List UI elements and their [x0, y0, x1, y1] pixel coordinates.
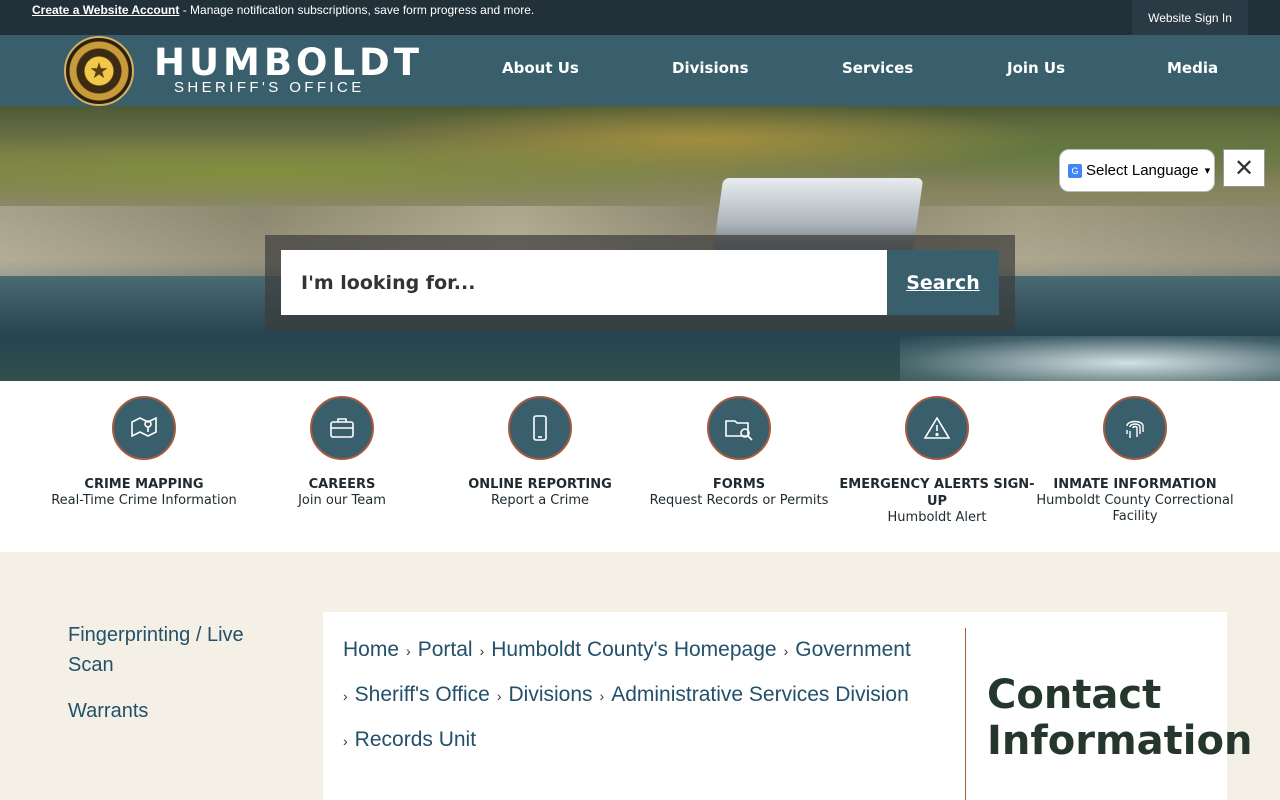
quick-link-subtitle: Real-Time Crime Information [51, 493, 237, 508]
content-divider [965, 628, 966, 800]
google-translate-icon: G [1068, 163, 1082, 178]
website-sign-in-button[interactable]: Website Sign In [1132, 0, 1248, 35]
nav-services[interactable]: Services [842, 59, 913, 77]
quick-link-subtitle: Humboldt County Correctional Facility [1036, 493, 1234, 524]
quick-link-title: CRIME MAPPING [84, 477, 204, 492]
sidebar-item-warrants[interactable]: Warrants [68, 696, 148, 726]
account-message: Create a Website Account - Manage notifi… [32, 3, 534, 17]
top-bar: Create a Website Account - Manage notifi… [0, 0, 1280, 35]
quick-link-title: ONLINE REPORTING [468, 477, 612, 492]
quick-link-title: CAREERS [308, 477, 376, 492]
quick-link-crime-mapping[interactable]: CRIME MAPPING Real-Time Crime Informatio… [45, 381, 243, 509]
language-select-label: Select Language [1086, 162, 1199, 179]
sidebar-item-fingerprinting[interactable]: Fingerprinting / Live Scan [68, 620, 268, 680]
sheriff-seal-logo[interactable]: ★ [64, 36, 134, 106]
breadcrumb-separator: › [479, 643, 485, 659]
quick-link-forms[interactable]: FORMS Request Records or Permits [640, 381, 838, 509]
phone-icon [508, 396, 572, 460]
quick-link-online-reporting[interactable]: ONLINE REPORTING Report a Crime [441, 381, 639, 509]
chevron-down-icon: ▾ [1204, 165, 1211, 177]
quick-links: CRIME MAPPING Real-Time Crime Informatio… [0, 381, 1280, 552]
breadcrumb-separator: › [343, 688, 348, 704]
breadcrumb-home[interactable]: Home [343, 638, 399, 661]
fingerprint-icon [1103, 396, 1167, 460]
breadcrumb-admin-services[interactable]: Administrative Services Division [611, 683, 909, 706]
breadcrumb-government[interactable]: Government [795, 638, 911, 661]
nav-media[interactable]: Media [1167, 59, 1218, 77]
quick-link-subtitle: Humboldt Alert [887, 510, 987, 525]
breadcrumb-divisions[interactable]: Divisions [508, 683, 592, 706]
nav-divisions[interactable]: Divisions [672, 59, 749, 77]
star-icon: ★ [89, 58, 109, 83]
quick-link-emergency-alerts[interactable]: EMERGENCY ALERTS SIGN-UP Humboldt Alert [838, 381, 1036, 526]
language-select[interactable]: G Select Language ▾ [1059, 149, 1215, 192]
breadcrumb: Home › Portal › Humboldt County's Homepage › G… [343, 628, 943, 763]
warning-icon [905, 396, 969, 460]
breadcrumb-separator: › [343, 733, 348, 749]
create-account-link[interactable]: Create a Website Account [32, 3, 179, 17]
quick-link-subtitle: Request Records or Permits [649, 493, 829, 508]
breadcrumb-separator: › [496, 688, 502, 704]
search-button[interactable]: Search [887, 250, 999, 315]
folder-search-icon [707, 396, 771, 460]
nav-join-us[interactable]: Join Us [1007, 59, 1065, 77]
breadcrumb-county-homepage[interactable]: Humboldt County's Homepage [491, 638, 776, 661]
breadcrumb-separator: › [783, 643, 789, 659]
briefcase-icon [310, 396, 374, 460]
account-message-text: - Manage notification subscriptions, sav… [179, 3, 535, 17]
breadcrumb-current: Records Unit [354, 728, 477, 751]
hero-spray [900, 336, 1280, 381]
brand-name[interactable]: HUMBOLDT [154, 41, 423, 84]
nav-about-us[interactable]: About Us [502, 59, 579, 77]
quick-link-title: EMERGENCY ALERTS SIGN-UP [839, 477, 1035, 509]
map-pin-icon [112, 396, 176, 460]
search-input[interactable] [281, 250, 887, 315]
breadcrumb-separator: › [406, 643, 411, 659]
close-translate-button[interactable]: ✕ [1223, 149, 1265, 187]
brand-subtitle: SHERIFF'S OFFICE [174, 79, 365, 96]
quick-link-subtitle: Join our Team [298, 493, 386, 508]
breadcrumb-sheriffs-office[interactable]: Sheriff's Office [355, 683, 490, 706]
quick-link-inmate-information[interactable]: INMATE INFORMATION Humboldt County Corre… [1036, 381, 1234, 525]
quick-link-title: FORMS [712, 477, 766, 492]
breadcrumb-separator: › [599, 688, 605, 704]
breadcrumb-portal[interactable]: Portal [418, 638, 473, 661]
contact-information-heading: Contact Information [987, 672, 1253, 764]
site-header: ★ HUMBOLDT SHERIFF'S OFFICE About Us Div… [0, 35, 1280, 106]
quick-link-title: INMATE INFORMATION [1053, 477, 1217, 492]
quick-link-subtitle: Report a Crime [490, 493, 590, 508]
quick-link-careers[interactable]: CAREERS Join our Team [243, 381, 441, 509]
